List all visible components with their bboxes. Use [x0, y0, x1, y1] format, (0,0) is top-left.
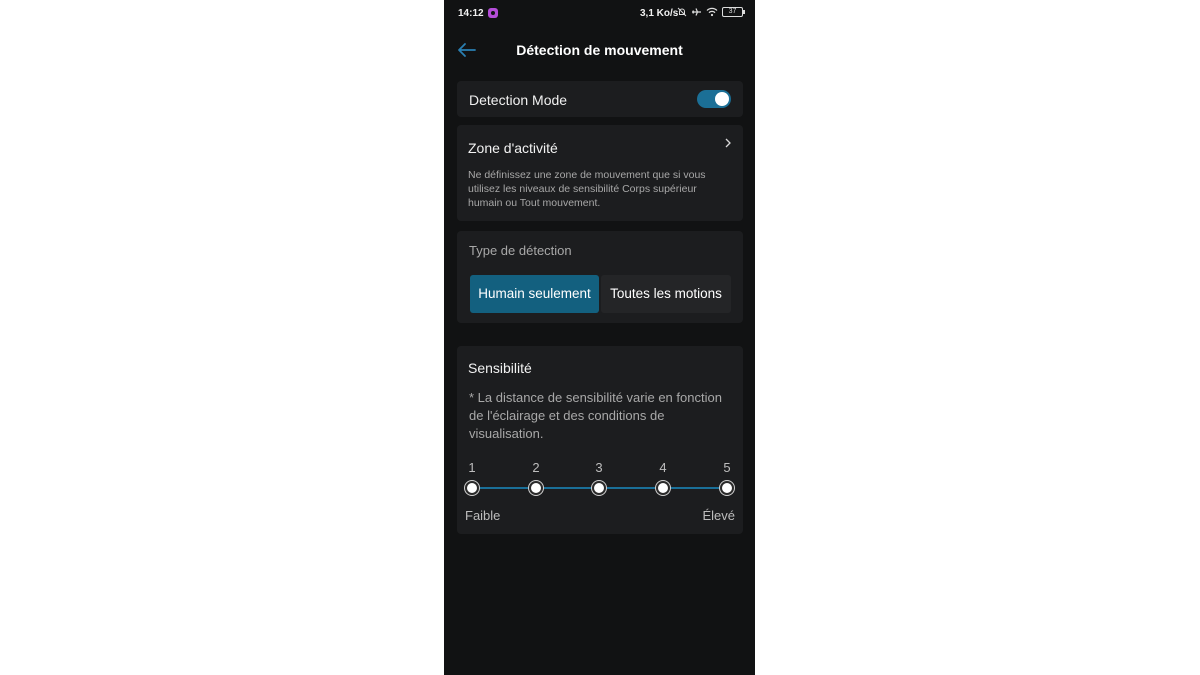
- slider-stop-5[interactable]: [720, 481, 734, 495]
- sensitivity-slider[interactable]: 1 2 3 4 5 Faible Élevé: [457, 456, 743, 534]
- all-motions-option[interactable]: Toutes les motions: [601, 275, 731, 313]
- slider-stop-3[interactable]: [592, 481, 606, 495]
- top-app-bar: Détection de mouvement: [444, 30, 755, 70]
- detection-mode-label: Detection Mode: [469, 92, 568, 108]
- level-label-3: 3: [595, 460, 603, 475]
- slider-stop-1[interactable]: [465, 481, 479, 495]
- activity-zone-row[interactable]: Zone d'activité Ne définissez une zone d…: [457, 125, 743, 221]
- slider-stop-4[interactable]: [656, 481, 670, 495]
- sensitivity-section: Sensibilité * La distance de sensibilité…: [457, 346, 743, 534]
- level-label-2: 2: [532, 460, 540, 475]
- slider-stop-2[interactable]: [529, 481, 543, 495]
- level-label-5: 5: [723, 460, 731, 475]
- detection-type-section: Type de détection Humain seulement Toute…: [457, 231, 743, 323]
- app-notification-icon: [488, 8, 498, 18]
- status-bar: 14:12 3,1 Ko/s 37: [444, 0, 755, 26]
- airplane-icon: [692, 8, 701, 16]
- page-title: Détection de mouvement: [516, 42, 683, 58]
- sensitivity-note: * La distance de sensibilité varie en fo…: [469, 390, 722, 441]
- wifi-icon: [706, 7, 718, 17]
- activity-zone-description: Ne définissez une zone de mouvement que …: [468, 169, 706, 209]
- status-time: 14:12: [458, 8, 484, 19]
- toggle-knob: [715, 92, 729, 106]
- detection-mode-toggle[interactable]: [697, 90, 731, 108]
- chevron-right-icon: [725, 138, 731, 148]
- activity-zone-title: Zone d'activité: [468, 140, 558, 156]
- sensitivity-low-label: Faible: [465, 508, 501, 523]
- detection-type-title: Type de détection: [469, 243, 572, 258]
- sensitivity-high-label: Élevé: [702, 508, 735, 523]
- network-speed: 3,1 Ko/s: [640, 8, 679, 19]
- phone-screen: 14:12 3,1 Ko/s 37 Détection de mouvement: [444, 0, 755, 675]
- status-icons: 37: [677, 7, 745, 17]
- level-label-4: 4: [659, 460, 667, 475]
- sensitivity-title: Sensibilité: [468, 360, 532, 376]
- level-label-1: 1: [468, 460, 476, 475]
- detection-mode-row: Detection Mode: [457, 81, 743, 117]
- bell-off-icon: [677, 7, 687, 17]
- battery-icon: 37: [722, 7, 745, 17]
- human-only-option[interactable]: Humain seulement: [470, 275, 599, 313]
